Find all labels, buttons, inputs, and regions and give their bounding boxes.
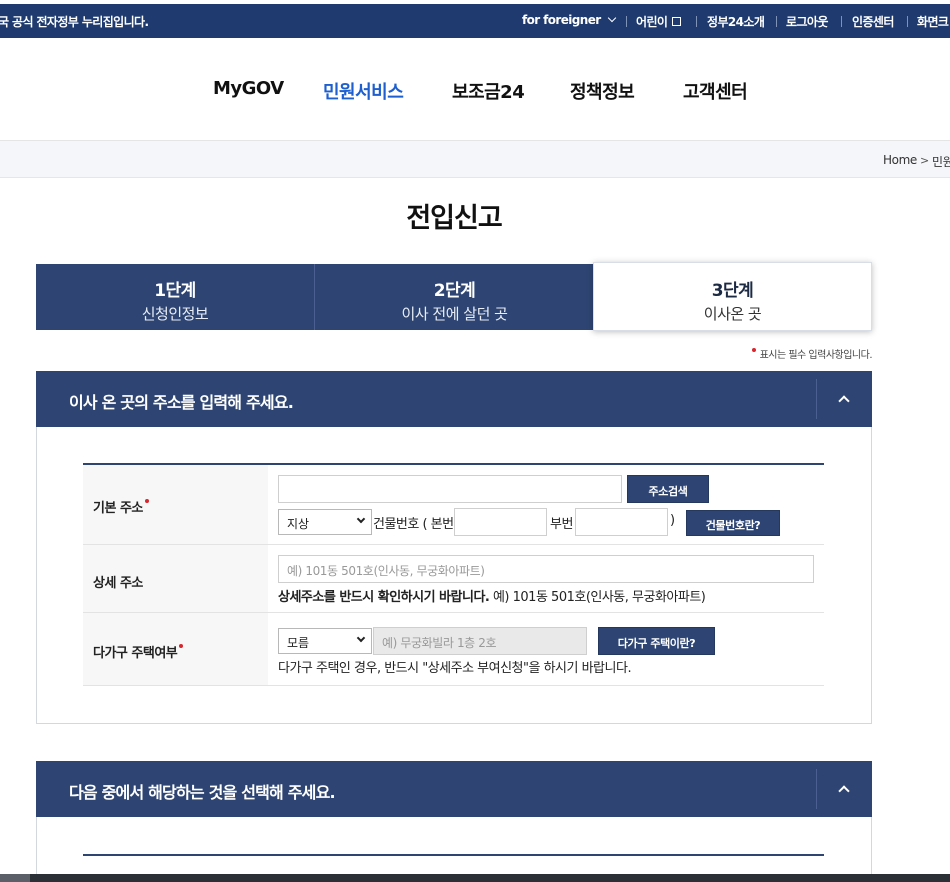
chevron-down-icon (607, 13, 616, 23)
multi-house-help-button[interactable]: 다가구 주택이란? (598, 627, 715, 655)
step-3-current: 3단계 이사온 곳 (593, 262, 872, 331)
required-dot-icon (179, 644, 184, 648)
row-header: 기본 주소 (83, 465, 268, 544)
divider (907, 16, 908, 27)
building-number-help-button[interactable]: 건물번호란? (686, 510, 780, 536)
sub-number-input[interactable] (575, 508, 668, 536)
gov-notice: 국 공식 전자정부 누리집입니다. (0, 15, 149, 29)
step-1: 1단계 신청인정보 (36, 264, 315, 330)
step-number: 3단계 (711, 281, 754, 301)
step-label: 신청인정보 (141, 305, 209, 323)
step-2: 2단계 이사 전에 살던 곳 (315, 264, 594, 330)
required-note: 표시는 필수 입력사항입니다. (751, 346, 873, 361)
detail-address-row: 상세 주소 예) 101동 501호(인사동, 무궁화아파트) 상세주소를 반드… (83, 545, 824, 613)
chevron-up-icon (838, 785, 850, 797)
chevron-down-icon (356, 633, 366, 643)
building-number-label: 건물번호 ( 본번 (373, 517, 454, 532)
step-label: 이사 전에 살던 곳 (401, 305, 508, 323)
multi-house-detail-input[interactable]: 예) 무궁화빌라 1층 2호 (373, 627, 587, 655)
detail-address-input[interactable]: 예) 101동 501호(인사동, 무궁화아파트) (278, 555, 814, 583)
section-new-address-header: 이사 온 곳의 주소를 입력해 주세요. (36, 371, 872, 427)
nav-customer-center[interactable]: 고객센터 (683, 78, 748, 104)
address-form-table: 기본 주소 주소검색 지상 건물번호 ( 본번 부번 ) 건물번호란? 상세 주… (83, 463, 824, 687)
divider (696, 16, 697, 27)
basic-address-input[interactable] (278, 475, 622, 503)
section-title: 다음 중에서 해당하는 것을 선택해 주세요. (69, 783, 336, 802)
detail-address-guide: 상세주소를 반드시 확인하시기 바랍니다. 예) 101동 501호(인사동, … (278, 590, 706, 605)
utility-bar: 국 공식 전자정부 누리집입니다. for foreigner 어린이 정부24… (0, 4, 950, 38)
required-dot-icon (751, 348, 756, 352)
certificate-center-link[interactable]: 인증센터 (852, 13, 894, 30)
external-link-icon (672, 17, 682, 26)
chevron-down-icon (356, 514, 366, 524)
section-select-body (36, 817, 872, 882)
multi-house-guide: 다가구 주택인 경우, 반드시 "상세주소 부여신청"을 하시기 바랍니다. (278, 661, 632, 676)
breadcrumb-civil[interactable]: 민원 (932, 153, 950, 170)
row-header: 상세 주소 (83, 545, 268, 612)
breadcrumb-separator-icon: > (920, 154, 930, 167)
step-indicator: 1단계 신청인정보 2단계 이사 전에 살던 곳 3단계 이사온 곳 (36, 262, 872, 331)
required-dot-icon (144, 499, 149, 503)
breadcrumb: Home > 민원 (0, 141, 950, 178)
kids-link[interactable]: 어린이 (636, 13, 682, 30)
chevron-up-icon (838, 395, 850, 407)
step-number: 1단계 (154, 281, 196, 301)
about-gov24-link[interactable]: 정부24소개 (707, 13, 765, 30)
divider (841, 16, 842, 27)
basic-address-row: 기본 주소 주소검색 지상 건물번호 ( 본번 부번 ) 건물번호란? (83, 465, 824, 545)
section-select-header: 다음 중에서 해당하는 것을 선택해 주세요. (36, 761, 872, 817)
nav-subsidy24[interactable]: 보조금24 (452, 78, 525, 104)
sub-number-label: 부번 (550, 517, 573, 532)
table-top-border (83, 854, 824, 856)
main-number-input[interactable] (454, 508, 547, 536)
address-search-button[interactable]: 주소검색 (627, 475, 709, 503)
collapse-button[interactable] (816, 769, 872, 809)
divider (626, 16, 627, 27)
logout-link[interactable]: 로그아웃 (786, 13, 828, 30)
page-title: 전입신고 (406, 203, 502, 234)
multi-house-row: 다가구 주택여부 모름 예) 무궁화빌라 1층 2호 다가구 주택이란? 다가구… (83, 613, 824, 686)
for-foreigner-dropdown[interactable]: for foreigner (522, 13, 616, 27)
divider (776, 16, 777, 27)
step-label: 이사온 곳 (703, 305, 762, 323)
main-nav: MyGOV 민원서비스 보조금24 정책정보 고객센터 (0, 38, 950, 141)
nav-policy-info[interactable]: 정책정보 (570, 78, 635, 104)
step-number: 2단계 (433, 281, 476, 301)
section-title: 이사 온 곳의 주소를 입력해 주세요. (69, 393, 294, 412)
bottom-edge-bar (0, 874, 950, 882)
breadcrumb-home[interactable]: Home (883, 153, 917, 167)
row-header: 다가구 주택여부 (83, 613, 268, 685)
basic-address-label: 기본 주소 (93, 497, 149, 516)
detail-address-label: 상세 주소 (93, 576, 143, 591)
close-paren: ) (670, 513, 675, 528)
nav-mygov[interactable]: MyGOV (213, 78, 284, 99)
multi-house-select[interactable]: 모름 (278, 628, 372, 654)
collapse-button[interactable] (816, 379, 872, 419)
ground-type-select[interactable]: 지상 (278, 509, 372, 535)
nav-civil-service[interactable]: 민원서비스 (323, 78, 404, 104)
screen-size-link[interactable]: 화면크 (917, 13, 949, 30)
multi-house-label: 다가구 주택여부 (93, 642, 184, 661)
